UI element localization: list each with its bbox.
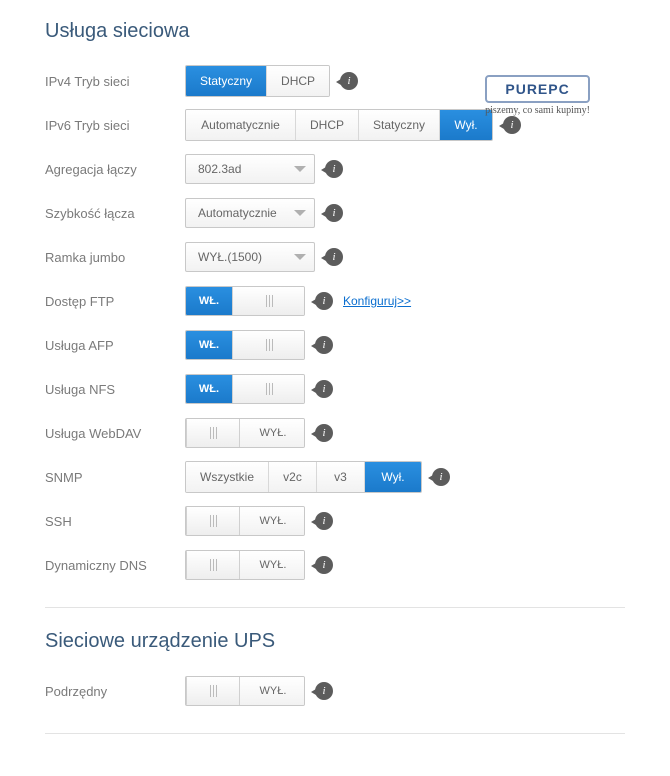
- info-icon[interactable]: i: [315, 336, 333, 354]
- toggle-handle-icon: [232, 331, 305, 359]
- jumbo-frame-select[interactable]: WYŁ.(1500): [185, 242, 315, 272]
- row-jumbo-frame: Ramka jumbo WYŁ.(1500) i: [45, 237, 625, 277]
- toggle-off-label: WYŁ.: [240, 677, 305, 705]
- label-jumbo-frame: Ramka jumbo: [45, 250, 185, 265]
- row-ups-slave: Podrzędny WYŁ. i: [45, 671, 625, 711]
- label-ipv6: IPv6 Tryb sieci: [45, 118, 185, 133]
- row-link-speed: Szybkość łącza Automatycznie i: [45, 193, 625, 233]
- row-nfs: Usługa NFS WŁ. i: [45, 369, 625, 409]
- snmp-v2c-button[interactable]: v2c: [269, 462, 317, 492]
- section-divider: [45, 733, 625, 734]
- ipv4-static-button[interactable]: Statyczny: [186, 66, 267, 96]
- row-afp: Usługa AFP WŁ. i: [45, 325, 625, 365]
- ipv4-mode-group: Statyczny DHCP: [185, 65, 330, 97]
- info-icon[interactable]: i: [325, 160, 343, 178]
- info-icon[interactable]: i: [315, 424, 333, 442]
- section-title-ups: Sieciowe urządzenie UPS: [45, 630, 625, 653]
- label-afp: Usługa AFP: [45, 338, 185, 353]
- label-webdav: Usługa WebDAV: [45, 426, 185, 441]
- toggle-off-label: WYŁ.: [240, 507, 305, 535]
- toggle-off-label: WYŁ.: [240, 419, 305, 447]
- row-aggregation: Agregacja łączy 802.3ad i: [45, 149, 625, 189]
- jumbo-frame-value: WYŁ.(1500): [198, 250, 262, 264]
- info-icon[interactable]: i: [315, 292, 333, 310]
- aggregation-select[interactable]: 802.3ad: [185, 154, 315, 184]
- toggle-handle-icon: [232, 375, 305, 403]
- chevron-down-icon: [294, 210, 306, 216]
- info-icon[interactable]: i: [315, 556, 333, 574]
- info-icon[interactable]: i: [315, 512, 333, 530]
- toggle-handle-icon: [186, 419, 240, 447]
- row-ftp: Dostęp FTP WŁ. i Konfiguruj>>: [45, 281, 625, 321]
- toggle-on-label: WŁ.: [186, 375, 232, 403]
- row-webdav: Usługa WebDAV WYŁ. i: [45, 413, 625, 453]
- info-icon[interactable]: i: [503, 116, 521, 134]
- ssh-toggle[interactable]: WYŁ.: [185, 506, 305, 536]
- label-ssh: SSH: [45, 514, 185, 529]
- ups-slave-toggle[interactable]: WYŁ.: [185, 676, 305, 706]
- label-snmp: SNMP: [45, 470, 185, 485]
- label-ddns: Dynamiczny DNS: [45, 558, 185, 573]
- info-icon[interactable]: i: [340, 72, 358, 90]
- brand-logo: PUREPC piszemy, co sami kupimy!: [485, 75, 590, 116]
- info-icon[interactable]: i: [315, 380, 333, 398]
- brand-logo-text: PUREPC: [485, 75, 590, 103]
- link-speed-select[interactable]: Automatycznie: [185, 198, 315, 228]
- chevron-down-icon: [294, 254, 306, 260]
- snmp-off-button[interactable]: Wył.: [365, 462, 421, 492]
- info-icon[interactable]: i: [432, 468, 450, 486]
- toggle-handle-icon: [186, 551, 240, 579]
- section-divider: [45, 607, 625, 608]
- snmp-v3-button[interactable]: v3: [317, 462, 365, 492]
- info-icon[interactable]: i: [325, 204, 343, 222]
- label-nfs: Usługa NFS: [45, 382, 185, 397]
- snmp-all-button[interactable]: Wszystkie: [186, 462, 269, 492]
- ipv4-dhcp-button[interactable]: DHCP: [267, 66, 329, 96]
- ftp-configure-link[interactable]: Konfiguruj>>: [343, 294, 411, 308]
- toggle-off-label: WYŁ.: [240, 551, 305, 579]
- snmp-mode-group: Wszystkie v2c v3 Wył.: [185, 461, 422, 493]
- ipv6-dhcp-button[interactable]: DHCP: [296, 110, 359, 140]
- toggle-handle-icon: [186, 677, 240, 705]
- info-icon[interactable]: i: [315, 682, 333, 700]
- webdav-toggle[interactable]: WYŁ.: [185, 418, 305, 448]
- chevron-down-icon: [294, 166, 306, 172]
- label-link-speed: Szybkość łącza: [45, 206, 185, 221]
- ipv6-static-button[interactable]: Statyczny: [359, 110, 440, 140]
- toggle-on-label: WŁ.: [186, 287, 232, 315]
- info-icon[interactable]: i: [325, 248, 343, 266]
- toggle-on-label: WŁ.: [186, 331, 232, 359]
- label-ups-slave: Podrzędny: [45, 684, 185, 699]
- ftp-toggle[interactable]: WŁ.: [185, 286, 305, 316]
- row-snmp: SNMP Wszystkie v2c v3 Wył. i: [45, 457, 625, 497]
- label-ftp: Dostęp FTP: [45, 294, 185, 309]
- label-ipv4: IPv4 Tryb sieci: [45, 74, 185, 89]
- label-aggregation: Agregacja łączy: [45, 162, 185, 177]
- ipv6-auto-button[interactable]: Automatycznie: [186, 110, 296, 140]
- toggle-handle-icon: [186, 507, 240, 535]
- aggregation-value: 802.3ad: [198, 162, 241, 176]
- toggle-handle-icon: [232, 287, 305, 315]
- link-speed-value: Automatycznie: [198, 206, 277, 220]
- afp-toggle[interactable]: WŁ.: [185, 330, 305, 360]
- nfs-toggle[interactable]: WŁ.: [185, 374, 305, 404]
- row-ddns: Dynamiczny DNS WYŁ. i: [45, 545, 625, 585]
- section-title-network-service: Usługa sieciowa: [45, 20, 625, 43]
- row-ssh: SSH WYŁ. i: [45, 501, 625, 541]
- ipv6-mode-group: Automatycznie DHCP Statyczny Wył.: [185, 109, 493, 141]
- brand-logo-tag: piszemy, co sami kupimy!: [485, 105, 590, 116]
- ddns-toggle[interactable]: WYŁ.: [185, 550, 305, 580]
